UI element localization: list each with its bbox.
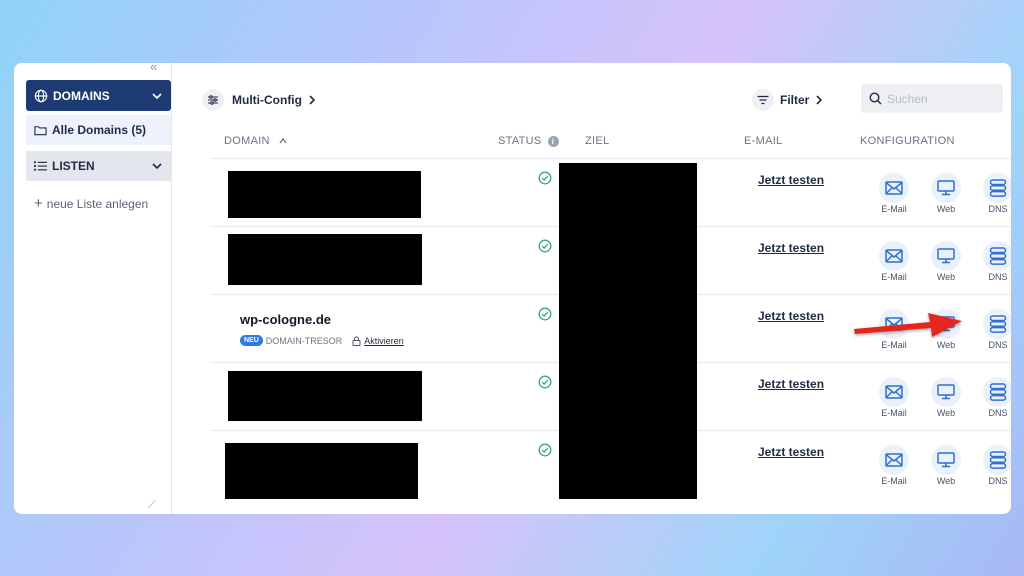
search-input[interactable] (887, 91, 987, 106)
folder-icon (34, 126, 47, 136)
sidebar: « DOMAINS Alle Domains (5) LISTEN + neue… (14, 63, 172, 514)
filter-icon (752, 89, 774, 111)
server-icon (989, 315, 1007, 333)
config-label: DNS (988, 408, 1008, 418)
column-header-label: STATUS (498, 135, 542, 147)
lock-icon (352, 336, 361, 346)
column-header-label: DOMAIN (224, 135, 270, 147)
collapse-sidebar-icon[interactable]: « (150, 63, 157, 74)
globe-icon (34, 89, 48, 102)
monitor-icon (937, 384, 955, 400)
app-window: « DOMAINS Alle Domains (5) LISTEN + neue… (14, 63, 1011, 514)
mail-icon (885, 249, 903, 263)
list-icon (34, 161, 47, 171)
config-label: Web (936, 476, 956, 486)
email-config-button[interactable]: E-Mail (874, 173, 914, 214)
email-test-link[interactable]: Jetzt testen (758, 309, 824, 323)
web-config-button[interactable]: Web (926, 445, 966, 486)
web-config-button[interactable]: Web (926, 173, 966, 214)
config-label: Web (936, 204, 956, 214)
filter-button[interactable]: Filter (752, 89, 823, 111)
column-header-status: STATUS i (498, 135, 559, 147)
email-test-link[interactable]: Jetzt testen (758, 241, 824, 255)
sort-ascending-icon (279, 137, 287, 144)
chevron-right-icon (309, 95, 316, 105)
email-config-button[interactable]: E-Mail (874, 241, 914, 282)
monitor-icon (937, 248, 955, 264)
config-label: Web (936, 408, 956, 418)
dns-config-button[interactable]: DNS (978, 309, 1011, 350)
redacted-domain (225, 443, 418, 499)
server-icon (989, 383, 1007, 401)
multi-config-button[interactable]: Multi-Config (202, 89, 316, 111)
new-list-button[interactable]: + neue Liste anlegen (34, 195, 148, 212)
plus-icon: + (34, 195, 43, 212)
check-circle-icon (538, 443, 552, 457)
column-header-konfiguration: KONFIGURATION (860, 135, 955, 147)
config-label: E-Mail (881, 408, 907, 418)
sliders-icon (202, 89, 224, 111)
sidebar-item-label: Alle Domains (5) (52, 123, 147, 137)
new-badge: NEU (240, 335, 263, 346)
config-label: DNS (988, 272, 1008, 282)
sidebar-domains-label: DOMAINS (53, 88, 110, 103)
config-label: DNS (988, 476, 1008, 486)
dns-config-button[interactable]: DNS (978, 377, 1011, 418)
domain-name[interactable]: wp-cologne.de (240, 312, 331, 327)
email-config-button[interactable]: E-Mail (874, 445, 914, 486)
email-test-link[interactable]: Jetzt testen (758, 445, 824, 459)
email-config-button[interactable]: E-Mail (874, 377, 914, 418)
mail-icon (885, 181, 903, 195)
redacted-domain (228, 234, 422, 285)
new-list-label: neue Liste anlegen (46, 196, 149, 211)
domain-tresor-label: DOMAIN-TRESOR (265, 335, 343, 346)
sidebar-lists-label: LISTEN (52, 159, 95, 173)
mail-icon (885, 385, 903, 399)
monitor-icon (937, 180, 955, 196)
resize-handle-icon[interactable]: ⟋ (148, 499, 156, 512)
multi-config-label: Multi-Config (232, 93, 302, 107)
chevron-down-icon (152, 92, 162, 99)
column-header-domain[interactable]: DOMAIN (224, 135, 288, 147)
activate-link[interactable]: Aktivieren (364, 336, 404, 346)
server-icon (989, 451, 1007, 469)
search-icon (869, 92, 882, 105)
sidebar-domains-header[interactable]: DOMAINS (26, 80, 171, 111)
email-test-link[interactable]: Jetzt testen (758, 173, 824, 187)
search-box[interactable] (861, 84, 1003, 113)
web-config-button[interactable]: Web (926, 377, 966, 418)
redacted-target-column (559, 163, 697, 499)
dns-config-button[interactable]: DNS (978, 241, 1011, 282)
check-circle-icon (538, 375, 552, 389)
domain-meta: NEU DOMAIN-TRESOR Aktivieren (240, 335, 404, 346)
chevron-down-icon (152, 163, 162, 170)
annotation-arrow-icon (854, 313, 962, 337)
server-icon (989, 247, 1007, 265)
dns-config-button[interactable]: DNS (978, 173, 1011, 214)
dns-config-button[interactable]: DNS (978, 445, 1011, 486)
check-circle-icon (538, 171, 552, 185)
column-header-email: E-MAIL (744, 135, 783, 147)
redacted-domain (228, 171, 421, 218)
column-header-ziel: ZIEL (585, 135, 610, 147)
check-circle-icon (538, 307, 552, 321)
server-icon (989, 179, 1007, 197)
config-label: Web (936, 272, 956, 282)
chevron-right-icon (816, 95, 823, 105)
info-icon[interactable]: i (547, 135, 559, 147)
sidebar-item-all-domains[interactable]: Alle Domains (5) (26, 115, 171, 145)
monitor-icon (937, 452, 955, 468)
filter-label: Filter (780, 93, 810, 107)
email-test-link[interactable]: Jetzt testen (758, 377, 824, 391)
check-circle-icon (538, 239, 552, 253)
web-config-button[interactable]: Web (926, 241, 966, 282)
config-label: E-Mail (881, 204, 907, 214)
redacted-domain (228, 371, 422, 421)
config-label: E-Mail (881, 476, 907, 486)
config-label: E-Mail (881, 272, 907, 282)
mail-icon (885, 453, 903, 467)
sidebar-lists-header[interactable]: LISTEN (26, 151, 171, 181)
config-label: DNS (988, 204, 1008, 214)
config-label: DNS (988, 340, 1008, 350)
